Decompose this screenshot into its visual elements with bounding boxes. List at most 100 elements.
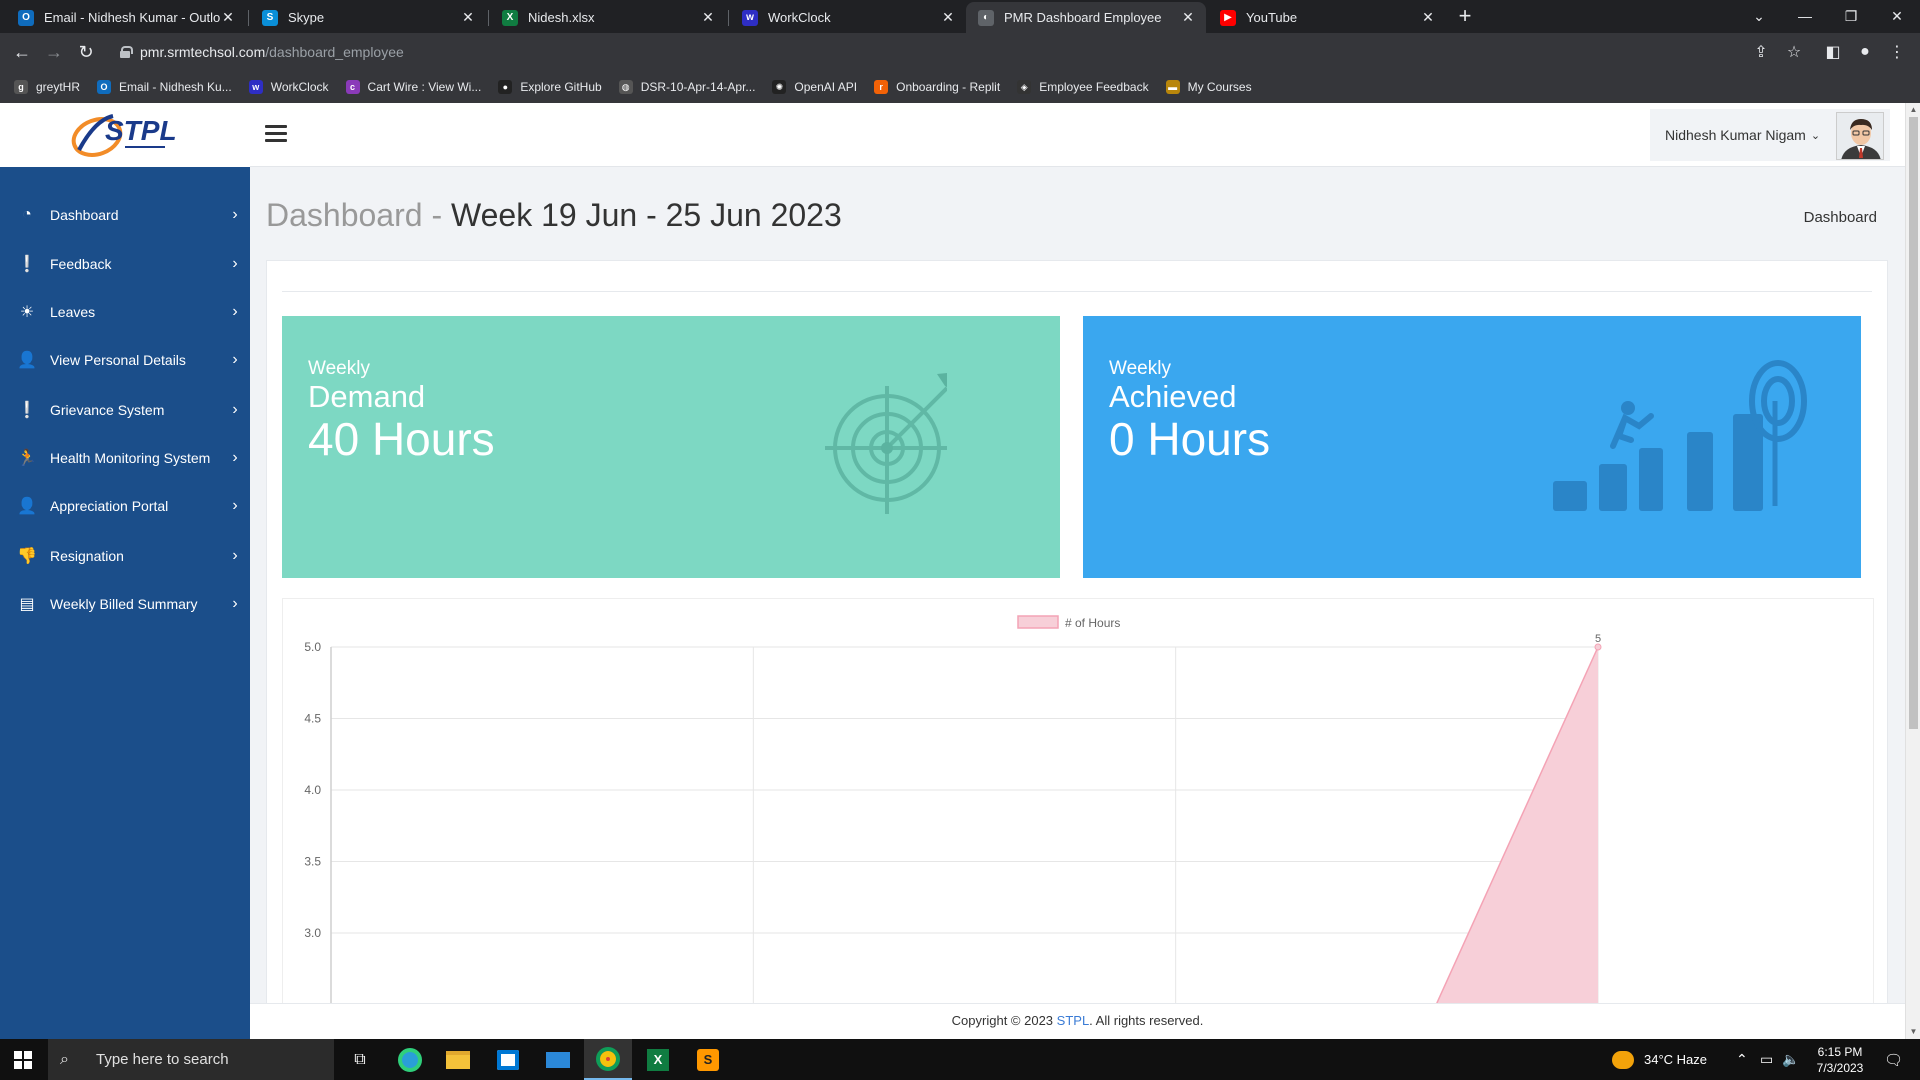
sidebar-item-weekly-billed-summary[interactable]: ▤ Weekly Billed Summary ›	[0, 584, 250, 624]
sidebar-item-grievance-system[interactable]: ❕ Grievance System ›	[0, 390, 250, 430]
tab-search-chevron-icon[interactable]: ⌄	[1736, 0, 1782, 32]
chevron-right-icon: ›	[232, 449, 238, 466]
bookmark-greythr[interactable]: g greytHR	[14, 80, 80, 94]
browser-tab-youtube[interactable]: ▶ YouTube ✕	[1208, 2, 1446, 33]
billing-icon: ▤	[19, 596, 35, 613]
lock-icon	[120, 46, 133, 58]
side-panel-icon[interactable]: ◧	[1822, 41, 1844, 63]
bookmark-openai[interactable]: ✺ OpenAI API	[772, 80, 857, 94]
openai-icon: ✺	[772, 80, 787, 94]
data-point-label: 5	[1595, 633, 1601, 645]
profile-icon[interactable]: ●	[1854, 41, 1876, 63]
breadcrumb[interactable]: Dashboard	[1804, 209, 1877, 226]
browser-tab-pmr-dashboard[interactable]: ◐ PMR Dashboard Employee ✕	[966, 2, 1206, 33]
page-footer: Copyright © 2023 STPL. All rights reserv…	[250, 1003, 1905, 1039]
share-icon[interactable]: ⇪	[1750, 41, 1772, 63]
close-icon[interactable]: ✕	[940, 9, 956, 26]
bookmark-github[interactable]: ● Explore GitHub	[498, 80, 602, 94]
url-path: /dashboard_employee	[265, 44, 404, 60]
browser-tab-outlook[interactable]: O Email - Nidhesh Kumar - Outlook ✕	[6, 2, 246, 33]
sublime-icon[interactable]: S	[684, 1039, 732, 1080]
hamburger-menu-icon[interactable]	[265, 125, 287, 143]
sidebar-item-resignation[interactable]: 👎 Resignation ›	[0, 536, 250, 576]
mail-icon[interactable]	[534, 1039, 582, 1080]
network-icon[interactable]: ▭	[1760, 1039, 1773, 1080]
legend-label: # of Hours	[1065, 616, 1120, 630]
task-view-icon[interactable]: ⧉	[336, 1039, 384, 1080]
close-icon[interactable]: ✕	[460, 9, 476, 26]
sidebar-item-feedback[interactable]: ❕ Feedback ›	[0, 244, 250, 284]
browser-tab-skype[interactable]: S Skype ✕	[250, 2, 486, 33]
back-arrow-icon[interactable]: ←	[10, 40, 34, 64]
store-icon[interactable]	[484, 1039, 532, 1080]
sidebar-item-label: Dashboard	[50, 207, 119, 223]
sidebar-item-dashboard[interactable]: ◔ Dashboard ›	[0, 195, 250, 235]
reload-icon[interactable]: ↻	[74, 40, 98, 64]
sidebar-item-health-monitoring[interactable]: 🏃 Health Monitoring System ›	[0, 438, 250, 478]
footer-stpl-link[interactable]: STPL	[1057, 1013, 1090, 1028]
minimize-button[interactable]: —	[1782, 0, 1828, 32]
kebab-menu-icon[interactable]: ⋮	[1886, 41, 1908, 63]
close-icon[interactable]: ✕	[220, 9, 236, 26]
browser-tab-workclock[interactable]: w WorkClock ✕	[730, 2, 966, 33]
weather-widget[interactable]: 34°C Haze	[1612, 1039, 1707, 1080]
forward-arrow-icon[interactable]: →	[42, 40, 66, 64]
sidebar-item-appreciation-portal[interactable]: 👤 Appreciation Portal ›	[0, 486, 250, 526]
sidebar-item-leaves[interactable]: ☀ Leaves ›	[0, 292, 250, 332]
hours-chart: # of Hours 5.0 4.5 4.0 3.5 3.0 5	[282, 598, 1874, 1039]
taskbar-search-input[interactable]: ⌕ Type here to search	[48, 1039, 334, 1080]
search-icon: ⌕	[60, 1050, 69, 1068]
user-menu-dropdown[interactable]: Nidhesh Kumar Nigam ⌄	[1650, 109, 1890, 161]
chrome-icon[interactable]	[584, 1039, 632, 1080]
bookmark-label: Explore GitHub	[520, 80, 602, 94]
volume-icon[interactable]: 🔈	[1782, 1039, 1799, 1080]
page-scrollbar[interactable]: ▲ ▼	[1905, 103, 1920, 1039]
bookmark-employee-feedback[interactable]: ◈ Employee Feedback	[1017, 80, 1149, 94]
tab-divider	[728, 10, 729, 26]
web-page: STPL Nidhesh Kumar Nigam ⌄ ◔ Dashboard ›…	[0, 103, 1920, 1039]
brand-area[interactable]: STPL	[0, 103, 250, 167]
scroll-thumb[interactable]	[1909, 117, 1918, 729]
sidebar-item-view-personal-details[interactable]: 👤 View Personal Details ›	[0, 340, 250, 380]
svg-text:STPL: STPL	[105, 115, 177, 146]
notifications-icon[interactable]: 🗨	[1884, 1039, 1903, 1080]
close-icon[interactable]: ✕	[1180, 9, 1196, 26]
scroll-down-icon[interactable]: ▼	[1906, 1025, 1920, 1039]
bookmark-dsr[interactable]: ◍ DSR-10-Apr-14-Apr...	[618, 80, 756, 94]
avatar[interactable]	[1836, 112, 1884, 160]
bookmark-outlook[interactable]: O Email - Nidhesh Ku...	[97, 80, 232, 94]
tab-divider	[488, 10, 489, 26]
bookmark-cartwire[interactable]: c Cart Wire : View Wi...	[345, 80, 482, 94]
outlook-icon: O	[97, 80, 112, 94]
new-tab-button[interactable]: +	[1452, 5, 1478, 28]
scroll-up-icon[interactable]: ▲	[1906, 103, 1920, 117]
bookmark-workclock[interactable]: w WorkClock	[248, 80, 329, 94]
tab-title: Nidesh.xlsx	[528, 10, 595, 25]
close-icon[interactable]: ✕	[700, 9, 716, 26]
courses-icon: ▬	[1165, 80, 1180, 94]
search-placeholder: Type here to search	[96, 1051, 229, 1068]
address-bar[interactable]: pmr.srmtechsol.com/dashboard_employee	[108, 38, 1768, 66]
clock[interactable]: 6:15 PM 7/3/2023	[1810, 1039, 1870, 1080]
chevron-down-icon: ⌄	[1810, 129, 1821, 142]
chevron-right-icon: ›	[232, 206, 238, 223]
tray-chevron-up-icon[interactable]: ⌃	[1736, 1039, 1748, 1080]
restore-button[interactable]: ❐	[1828, 0, 1874, 32]
tab-title: Email - Nidhesh Kumar - Outlook	[44, 10, 220, 25]
bookmark-label: DSR-10-Apr-14-Apr...	[640, 80, 756, 94]
close-icon[interactable]: ✕	[1420, 9, 1436, 26]
window-close-button[interactable]: ✕	[1874, 0, 1920, 32]
file-explorer-icon[interactable]	[434, 1039, 482, 1080]
chevron-right-icon: ›	[232, 497, 238, 514]
browser-tab-excel[interactable]: X Nidesh.xlsx ✕	[490, 2, 726, 33]
bookmark-star-icon[interactable]: ☆	[1783, 41, 1805, 63]
browser-toolbar: ← → ↻ pmr.srmtechsol.com/dashboard_emplo…	[0, 33, 1920, 71]
excel-taskbar-icon[interactable]: X	[634, 1039, 682, 1080]
bookmark-replit[interactable]: r Onboarding - Replit	[874, 80, 1000, 94]
y-tick-label: 3.0	[304, 926, 321, 940]
edge-icon[interactable]	[386, 1039, 434, 1080]
windows-start-icon[interactable]	[0, 1039, 46, 1080]
bookmark-my-courses[interactable]: ▬ My Courses	[1165, 80, 1252, 94]
hours-area-chart: # of Hours 5.0 4.5 4.0 3.5 3.0 5	[304, 615, 1602, 1039]
bookmark-label: Cart Wire : View Wi...	[367, 80, 482, 94]
